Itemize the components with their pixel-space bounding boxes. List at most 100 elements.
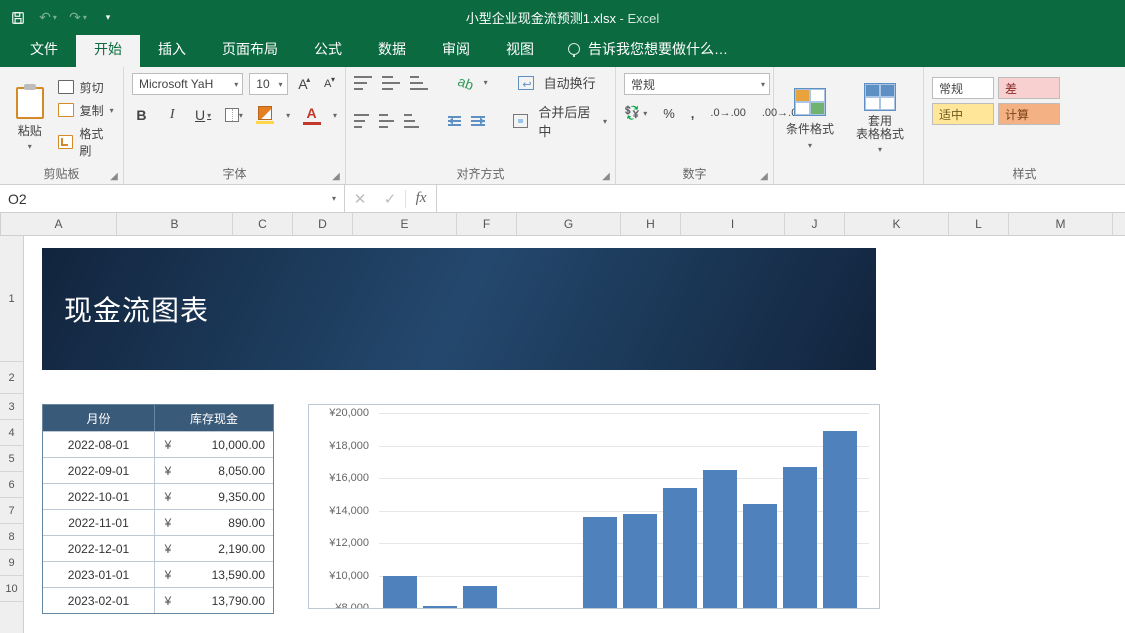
column-header[interactable]: A	[1, 213, 117, 235]
table-row[interactable]: 2023-01-01¥13,590.00	[43, 561, 273, 587]
align-center-button[interactable]	[379, 114, 394, 128]
border-button[interactable]: ▾	[224, 108, 243, 122]
dialog-launcher-icon[interactable]: ◢	[108, 170, 120, 182]
row-header[interactable]: 6	[0, 472, 23, 498]
row-header[interactable]: 1	[0, 236, 23, 362]
table-row[interactable]: 2022-12-01¥2,190.00	[43, 535, 273, 561]
redo-icon[interactable]: ↷▾	[70, 10, 86, 26]
chevron-down-icon[interactable]: ▾	[286, 111, 290, 120]
orientation-button[interactable]: ab	[456, 72, 476, 92]
align-bottom-button[interactable]	[410, 76, 428, 90]
tab-view[interactable]: 视图	[488, 32, 552, 67]
tab-review[interactable]: 审阅	[424, 32, 488, 67]
column-header[interactable]: G	[517, 213, 621, 235]
merge-center-button[interactable]: 合并后居中	[538, 102, 593, 140]
spreadsheet-grid[interactable]: 1 2 3 4 5 6 7 8 9 10 现金流图表 月份 库存现金 2022-…	[0, 236, 1125, 633]
table-row[interactable]: 2022-10-01¥9,350.00	[43, 483, 273, 509]
column-header[interactable]: L	[949, 213, 1009, 235]
save-icon[interactable]	[10, 10, 26, 26]
row-header[interactable]: 8	[0, 524, 23, 550]
cell-style-calc[interactable]: 计算	[998, 103, 1060, 125]
table-row[interactable]: 2022-08-01¥10,000.00	[43, 431, 273, 457]
dialog-launcher-icon[interactable]: ◢	[600, 170, 612, 182]
percent-button[interactable]: %	[663, 106, 675, 121]
underline-button[interactable]: U▾	[194, 107, 213, 123]
copy-button[interactable]: 复制▾	[58, 102, 115, 119]
paste-button[interactable]: 粘贴 ▾	[8, 87, 52, 151]
table-row[interactable]: 2022-09-01¥8,050.00	[43, 457, 273, 483]
row-header[interactable]: 10	[0, 576, 23, 602]
fill-color-button[interactable]	[255, 106, 274, 124]
column-header[interactable]: I	[681, 213, 785, 235]
chevron-down-icon[interactable]: ▾	[333, 111, 337, 120]
cell-style-normal[interactable]: 常规	[932, 77, 994, 99]
number-format-combo[interactable]: 常规▾	[624, 73, 770, 95]
row-header[interactable]: 3	[0, 394, 23, 420]
row-header[interactable]: 7	[0, 498, 23, 524]
enter-formula-button[interactable]: ✓	[375, 190, 405, 208]
column-header[interactable]: J	[785, 213, 845, 235]
qat-customize-icon[interactable]: ▾	[100, 10, 116, 26]
align-top-button[interactable]	[354, 76, 372, 90]
align-left-button[interactable]	[354, 114, 369, 128]
row-header[interactable]: 9	[0, 550, 23, 576]
increase-font-button[interactable]: A▴	[294, 73, 313, 95]
table-row[interactable]: 2022-11-01¥890.00	[43, 509, 273, 535]
formula-input[interactable]	[436, 185, 1125, 212]
row-header[interactable]: 2	[0, 362, 23, 394]
cut-button[interactable]: 剪切	[58, 79, 115, 96]
column-header[interactable]: F	[457, 213, 517, 235]
chevron-down-icon[interactable]: ▾	[603, 117, 607, 126]
cell-style-neutral[interactable]: 适中	[932, 103, 994, 125]
cancel-formula-button[interactable]: ✕	[345, 190, 375, 208]
column-header[interactable]: B	[117, 213, 233, 235]
column-header[interactable]: D	[293, 213, 353, 235]
accounting-format-button[interactable]: 💱▾	[624, 105, 647, 121]
decrease-font-button[interactable]: A▾	[318, 73, 337, 95]
tab-formulas[interactable]: 公式	[296, 32, 360, 67]
name-box[interactable]: O2 ▾	[0, 185, 345, 212]
tab-home[interactable]: 开始	[76, 32, 140, 67]
chart-bar	[623, 514, 657, 608]
fill-color-swatch	[256, 121, 274, 124]
tab-data[interactable]: 数据	[360, 32, 424, 67]
cell-style-bad[interactable]: 差	[998, 77, 1060, 99]
table-header: 月份 库存现金	[43, 405, 273, 431]
dialog-launcher-icon[interactable]: ◢	[330, 170, 342, 182]
format-painter-button[interactable]: 格式刷	[58, 125, 115, 159]
dialog-launcher-icon[interactable]: ◢	[758, 170, 770, 182]
bold-button[interactable]: B	[132, 107, 151, 123]
tab-page-layout[interactable]: 页面布局	[204, 32, 296, 67]
tab-file[interactable]: 文件	[12, 32, 76, 67]
font-name-combo[interactable]: Microsoft YaH▾	[132, 73, 243, 95]
increase-indent-button[interactable]	[471, 115, 484, 127]
increase-decimal-button[interactable]: .0→.00	[710, 107, 745, 119]
group-number: 常规▾ 💱▾ % , .0→.00 .00→.0 数字 ◢	[616, 67, 774, 184]
column-header[interactable]: E	[353, 213, 457, 235]
cells-area[interactable]: 现金流图表 月份 库存现金 2022-08-01¥10,000.002022-0…	[24, 236, 1125, 633]
chevron-down-icon[interactable]: ▾	[484, 78, 488, 87]
align-right-button[interactable]	[404, 114, 419, 128]
comma-button[interactable]: ,	[691, 106, 695, 121]
font-size-combo[interactable]: 10▾	[249, 73, 287, 95]
column-header[interactable]: H	[621, 213, 681, 235]
conditional-formatting-icon	[794, 88, 826, 116]
tab-insert[interactable]: 插入	[140, 32, 204, 67]
conditional-formatting-button[interactable]: 条件格式 ▾	[782, 88, 838, 150]
table-row[interactable]: 2023-02-01¥13,790.00	[43, 587, 273, 613]
undo-icon[interactable]: ↶▾	[40, 10, 56, 26]
decrease-indent-button[interactable]	[448, 115, 461, 127]
column-header[interactable]: N	[1113, 213, 1125, 235]
italic-button[interactable]: I	[163, 107, 182, 123]
row-header[interactable]: 4	[0, 420, 23, 446]
font-color-button[interactable]: A	[302, 105, 321, 125]
tell-me[interactable]: 告诉我您想要做什么…	[552, 32, 744, 67]
wrap-text-button[interactable]: 自动换行	[544, 73, 596, 92]
align-middle-button[interactable]	[382, 76, 400, 90]
column-header[interactable]: M	[1009, 213, 1113, 235]
insert-function-button[interactable]: fx	[406, 190, 436, 207]
row-header[interactable]: 5	[0, 446, 23, 472]
column-header[interactable]: K	[845, 213, 949, 235]
format-as-table-button[interactable]: 套用 表格格式 ▾	[852, 83, 908, 154]
column-header[interactable]: C	[233, 213, 293, 235]
